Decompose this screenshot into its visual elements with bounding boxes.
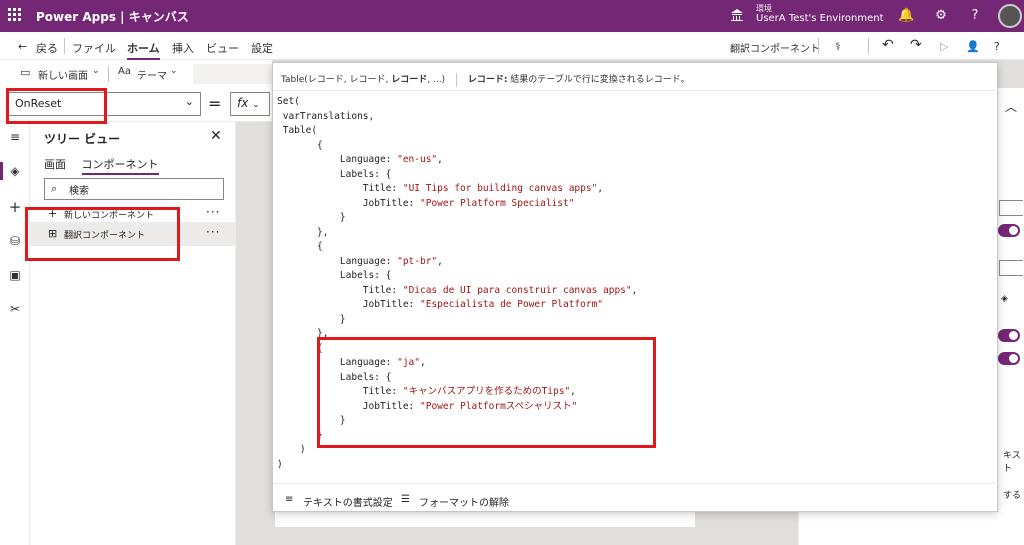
right-text-2: する bbox=[1003, 491, 1022, 501]
person-icon[interactable]: 👤 bbox=[966, 40, 980, 53]
code-line: JobTitle: "Especialista de Power Platfor… bbox=[277, 299, 604, 310]
tab-view[interactable]: ビュー bbox=[206, 40, 239, 56]
property-input[interactable] bbox=[999, 260, 1023, 276]
right-text-1: キスト bbox=[1003, 451, 1021, 474]
theme-button[interactable]: テーマ bbox=[137, 67, 167, 82]
code-line: JobTitle: "Power Platform Specialist" bbox=[277, 197, 575, 209]
toggle-switch[interactable] bbox=[998, 224, 1020, 237]
help-button-icon[interactable]: ? bbox=[994, 40, 1000, 53]
more-options-icon[interactable]: ··· bbox=[206, 225, 220, 239]
code-line: { bbox=[277, 139, 323, 151]
remove-format-icon: ☰ bbox=[401, 494, 410, 505]
tab-screens[interactable]: 画面 bbox=[44, 158, 66, 171]
tab-components[interactable]: コンポーネント bbox=[81, 158, 159, 175]
code-line: } bbox=[277, 313, 346, 325]
code-line: Language: "pt-br", bbox=[277, 255, 443, 267]
chevron-down-icon: ⌄ bbox=[252, 100, 260, 110]
file-menu[interactable]: ファイル bbox=[72, 40, 116, 56]
tools-icon[interactable]: ✂ bbox=[7, 302, 23, 318]
code-line: { bbox=[277, 241, 323, 252]
signature-text: Table(レコード, レコード, bbox=[281, 75, 392, 85]
code-line: Language: "en-us", bbox=[277, 154, 443, 165]
plus-icon[interactable]: + bbox=[7, 198, 23, 216]
code-line: Set( bbox=[277, 96, 300, 107]
fill-icon[interactable]: ◈ bbox=[1001, 294, 1008, 304]
tree-title: ツリー ビュー bbox=[44, 132, 121, 146]
equals-sign: = bbox=[208, 94, 222, 113]
hamburger-icon[interactable]: ≡ bbox=[7, 130, 23, 146]
ribbon-blank bbox=[193, 64, 272, 84]
chevron-down-icon: ⌄ bbox=[184, 95, 194, 108]
rail-active-indicator bbox=[0, 162, 3, 180]
code-line: } bbox=[277, 212, 346, 223]
code-line: Title: "Dicas de UI para construir canva… bbox=[277, 284, 638, 296]
new-screen-button[interactable]: 新しい画面 bbox=[38, 67, 88, 82]
app-title: Power Apps | キャンバス bbox=[36, 10, 189, 24]
code-line: Table( bbox=[277, 125, 318, 136]
layers-icon[interactable]: ◈ bbox=[7, 164, 23, 180]
media-icon[interactable]: ▣ bbox=[7, 268, 23, 284]
play-icon[interactable]: ▷ bbox=[940, 40, 948, 53]
new-screen-icon: ▭ bbox=[20, 66, 31, 79]
tree-view-panel: ツリー ビュー ✕ 画面 コンポーネント ⌕ 検索 + 新しいコンポーネント ·… bbox=[30, 122, 236, 545]
signature-current-arg: レコード bbox=[391, 75, 428, 85]
chevron-down-icon: ⌄ bbox=[92, 66, 100, 76]
code-line: ) bbox=[277, 458, 283, 470]
database-icon[interactable]: ⛁ bbox=[7, 234, 23, 250]
ribbon-toolbar: ▭ 新しい画面 ⌄ Aa テーマ ⌄ bbox=[0, 60, 272, 88]
highlight-box-component bbox=[25, 207, 180, 261]
top-bar: Power Apps | キャンバス 環境 UserA Test's Envir… bbox=[0, 0, 1024, 32]
toggle-switch[interactable] bbox=[998, 352, 1020, 365]
command-bar: ← 戻る ファイル ホーム 挿入 ビュー 設定 翻訳コンポーネント ⚕ ↶ ↷ … bbox=[0, 32, 1024, 60]
chevron-down-icon: ⌄ bbox=[170, 66, 178, 76]
fx-button[interactable]: fx ⌄ bbox=[230, 92, 270, 116]
search-input[interactable]: ⌕ 検索 bbox=[44, 178, 224, 200]
format-text-button[interactable]: テキストの書式設定 bbox=[303, 494, 393, 509]
code-line: Labels: { bbox=[277, 168, 392, 180]
tab-insert[interactable]: 挿入 bbox=[172, 40, 194, 56]
left-rail: ≡ ◈ + ⛁ ▣ ✂ bbox=[0, 122, 30, 545]
remove-format-button[interactable]: フォーマットの解除 bbox=[419, 494, 509, 509]
search-icon: ⌕ bbox=[51, 182, 58, 195]
undo-icon[interactable]: ↶ bbox=[882, 37, 894, 53]
popup-footer: ≡ テキストの書式設定 ☰ フォーマットの解除 bbox=[273, 483, 999, 513]
gear-icon[interactable]: ⚙ bbox=[933, 8, 949, 24]
code-line: }, bbox=[277, 226, 329, 238]
search-placeholder: 検索 bbox=[69, 186, 89, 197]
redo-icon[interactable]: ↷ bbox=[910, 37, 922, 53]
code-line: Title: "UI Tips for building canvas apps… bbox=[277, 183, 604, 194]
code-line: varTranslations, bbox=[277, 110, 375, 122]
chevron-up-icon[interactable]: ︿ bbox=[1005, 98, 1017, 115]
more-options-icon[interactable]: ··· bbox=[206, 205, 220, 219]
fx-label: fx bbox=[237, 96, 249, 110]
property-input[interactable] bbox=[999, 200, 1023, 216]
format-text-icon: ≡ bbox=[285, 494, 294, 505]
environment-icon bbox=[731, 9, 743, 21]
highlight-box-property bbox=[6, 88, 107, 124]
bell-icon[interactable]: 🔔 bbox=[898, 8, 914, 24]
arg-description: 結果のテーブルで行に変換されるレコード。 bbox=[507, 75, 690, 85]
highlight-box-code bbox=[317, 337, 656, 448]
stethoscope-icon[interactable]: ⚕ bbox=[835, 40, 841, 53]
signature-end: , ...) bbox=[427, 75, 446, 85]
environment-name[interactable]: UserA Test's Environment bbox=[756, 13, 884, 24]
avatar[interactable] bbox=[998, 4, 1022, 28]
tree-tabs: 画面 コンポーネント bbox=[44, 156, 171, 175]
back-button[interactable]: 戻る bbox=[36, 40, 58, 56]
help-icon[interactable]: ? bbox=[967, 8, 983, 24]
close-icon[interactable]: ✕ bbox=[210, 128, 222, 144]
theme-icon: Aa bbox=[118, 66, 131, 77]
function-signature: Table(レコード, レコード, レコード, ...) レコード: 結果のテー… bbox=[273, 63, 999, 91]
arg-name: レコード: bbox=[467, 75, 508, 85]
tab-settings[interactable]: 設定 bbox=[251, 40, 273, 56]
component-name: 翻訳コンポーネント bbox=[730, 44, 820, 55]
back-arrow-icon[interactable]: ← bbox=[18, 40, 27, 53]
toggle-switch[interactable] bbox=[998, 329, 1020, 342]
code-line: Labels: { bbox=[277, 270, 392, 281]
app-launcher-icon[interactable] bbox=[8, 8, 22, 22]
tab-home[interactable]: ホーム bbox=[127, 40, 160, 60]
